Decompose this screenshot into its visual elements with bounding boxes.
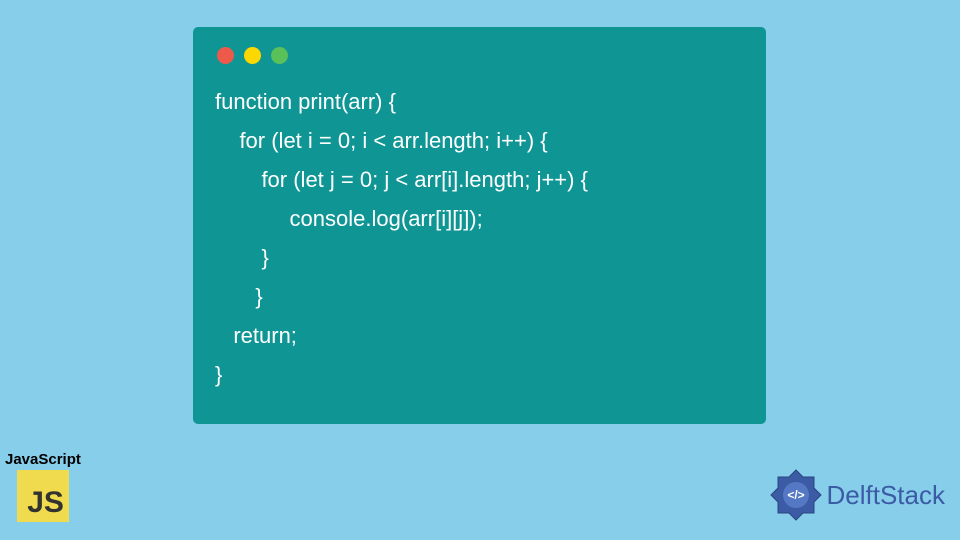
svg-text:</>: </>	[787, 488, 804, 502]
code-window: function print(arr) { for (let i = 0; i …	[193, 27, 766, 424]
delftstack-logo-icon: </>	[769, 468, 823, 522]
maximize-icon	[271, 47, 288, 64]
code-content: function print(arr) { for (let i = 0; i …	[193, 64, 766, 394]
minimize-icon	[244, 47, 261, 64]
delftstack-text: DelftStack	[827, 480, 946, 511]
js-icon: JS	[17, 470, 69, 522]
js-label: JavaScript	[5, 451, 81, 468]
javascript-badge: JavaScript JS	[5, 451, 81, 522]
traffic-lights	[193, 27, 766, 64]
close-icon	[217, 47, 234, 64]
delftstack-badge: </> DelftStack	[769, 468, 946, 522]
